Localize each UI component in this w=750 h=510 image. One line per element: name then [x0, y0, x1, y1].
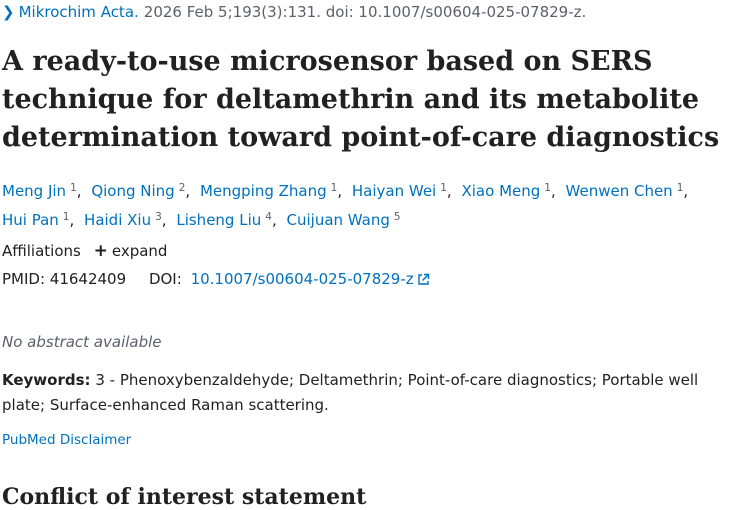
identifiers-row: PMID: 41642409 DOI: 10.1007/s00604-025-0…: [2, 270, 430, 288]
citation-line: ❯ Mikrochim Acta. 2026 Feb 5;193(3):131. d…: [2, 3, 586, 21]
author-link[interactable]: Haidi Xiu 3: [84, 211, 162, 229]
keywords-text: 3 - Phenoxybenzaldehyde; Deltamethrin; P…: [2, 371, 699, 414]
affiliations-row: Affiliations + expand: [2, 241, 167, 261]
author-link[interactable]: Lisheng Liu 4: [176, 211, 272, 229]
author-link[interactable]: Qiong Ning 2: [91, 182, 185, 200]
author-link[interactable]: Mengping Zhang 1: [200, 182, 337, 200]
pubmed-disclaimer-link[interactable]: PubMed Disclaimer: [2, 432, 131, 448]
author-link[interactable]: Wenwen Chen 1: [566, 182, 684, 200]
authors-list: Meng Jin 1, Qiong Ning 2, Mengping Zhang 1,…: [2, 175, 742, 233]
pmid-label: PMID:: [2, 270, 46, 288]
affiliations-label: Affiliations: [2, 242, 81, 260]
doi-label: DOI:: [148, 270, 182, 288]
doi-link[interactable]: 10.1007/s00604-025-07829-z: [191, 270, 430, 288]
authors-row-1: Meng Jin 1, Qiong Ning 2, Mengping Zhang 1,…: [2, 182, 689, 200]
authors-row-2: Hui Pan 1, Haidi Xiu 3, Lisheng Liu 4, Cuij…: [2, 211, 401, 229]
no-abstract-note: No abstract available: [2, 333, 162, 351]
conflict-of-interest-heading: Conflict of interest statement: [2, 484, 367, 510]
author-link[interactable]: Haiyan Wei 1: [352, 182, 447, 200]
pmid-value: 41642409: [49, 270, 127, 288]
author-link[interactable]: Cuijuan Wang 5: [287, 211, 401, 229]
chevron-right-icon[interactable]: ❯: [2, 3, 15, 21]
keywords-block: Keywords: 3 - Phenoxybenzaldehyde; Delta…: [2, 368, 742, 418]
author-link[interactable]: Meng Jin 1: [2, 182, 77, 200]
expand-affiliations-button[interactable]: + expand: [94, 241, 168, 261]
author-link[interactable]: Hui Pan 1: [2, 211, 69, 229]
citation-details: 2026 Feb 5;193(3):131. doi: 10.1007/s006…: [143, 3, 587, 21]
journal-link[interactable]: Mikrochim Acta.: [19, 3, 139, 21]
author-link[interactable]: Xiao Meng 1: [461, 182, 550, 200]
article-title: A ready-to-use microsensor based on SERS…: [2, 46, 720, 153]
plus-icon: +: [93, 241, 108, 261]
keywords-label: Keywords:: [2, 371, 91, 389]
external-link-icon: [417, 273, 429, 285]
